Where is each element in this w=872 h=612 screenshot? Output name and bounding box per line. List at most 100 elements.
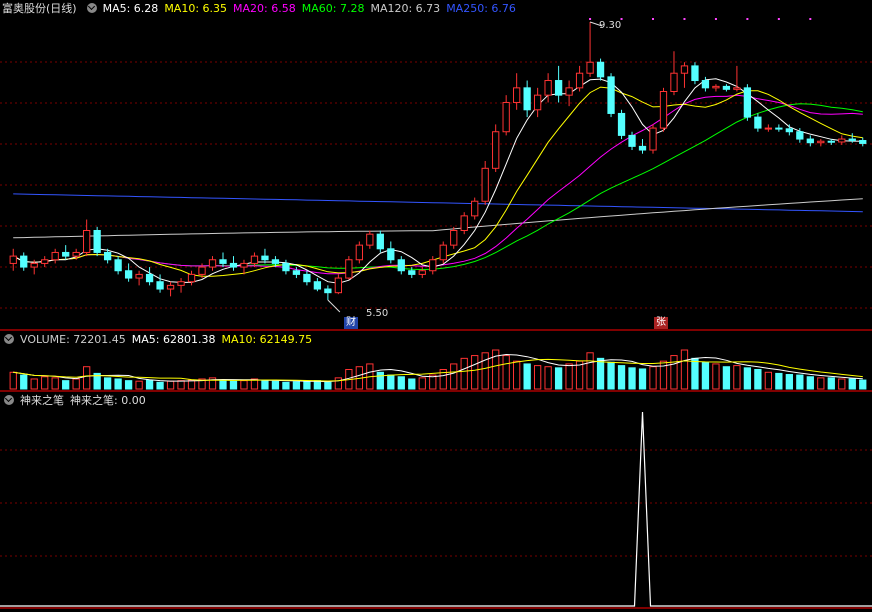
volume-bar <box>596 357 605 390</box>
candle-down <box>617 112 626 136</box>
low-price-label: 5.50 <box>366 308 389 319</box>
ma250-line <box>13 193 863 213</box>
signal-dot <box>652 18 654 20</box>
candle-up <box>177 281 185 286</box>
candle-down <box>93 230 101 253</box>
candle-down <box>387 248 395 261</box>
volume-bar <box>838 378 846 390</box>
volume-bar <box>680 349 689 390</box>
volume-bar <box>124 380 133 390</box>
volume-bar <box>649 366 657 390</box>
volume-bar <box>450 363 458 390</box>
volume-bar <box>334 377 343 390</box>
candle-down <box>796 131 804 140</box>
volume-bar <box>135 380 143 390</box>
candle-down <box>313 281 322 290</box>
volume-bar <box>387 374 395 390</box>
candle-down <box>596 61 605 78</box>
volume-bar <box>460 357 468 390</box>
volume-bar <box>617 365 626 390</box>
volume-bar <box>775 372 783 390</box>
candle-down <box>754 116 762 129</box>
candle-down <box>124 270 133 279</box>
volume-bar <box>9 371 17 390</box>
rise-event-tag[interactable]: 张 <box>654 317 668 329</box>
candle-up <box>838 138 846 143</box>
candle-up <box>764 127 773 130</box>
volume-bar <box>670 355 678 390</box>
candle-up <box>460 215 468 232</box>
candle-down <box>282 262 290 272</box>
signal-dot <box>746 18 749 20</box>
volume-bar <box>271 380 280 390</box>
candle-up <box>51 251 59 261</box>
low-marker <box>327 299 341 313</box>
candle-down <box>743 87 752 118</box>
volume-bar <box>827 377 835 390</box>
candle-up <box>135 273 143 279</box>
candle-up <box>345 259 353 279</box>
volume-bar <box>261 379 269 390</box>
volume-bar <box>691 357 699 390</box>
volume-bar <box>701 361 710 390</box>
candle-down <box>303 273 311 283</box>
volume-bar <box>114 378 122 390</box>
volume-bar <box>785 374 793 390</box>
candle-up <box>670 72 678 92</box>
candle-down <box>292 270 301 275</box>
candle-down <box>103 251 112 261</box>
volume-bar <box>743 367 752 390</box>
volume-bar <box>607 361 615 390</box>
volume-bar <box>240 380 248 390</box>
candle-up <box>30 262 38 268</box>
volume-bar <box>628 367 636 390</box>
ma120-line <box>13 198 863 239</box>
volume-bar <box>20 374 28 390</box>
ma5-line <box>12 78 863 284</box>
candle-up <box>533 94 542 111</box>
volume-bar <box>219 379 227 390</box>
volume-bar <box>30 378 38 390</box>
volume-bar <box>324 381 332 390</box>
candle-down <box>785 128 793 133</box>
candle-down <box>156 281 164 290</box>
candle-down <box>691 65 699 82</box>
candle-down <box>827 140 835 143</box>
finance-event-tag[interactable]: 财 <box>344 317 358 329</box>
candle-down <box>722 85 731 90</box>
candle-up <box>166 284 175 290</box>
volume-bar <box>817 377 825 390</box>
candle-up <box>41 259 49 264</box>
candle-up <box>659 91 668 129</box>
candle-up <box>250 255 259 264</box>
volume-bar <box>554 367 563 390</box>
volume-bar <box>145 379 154 390</box>
volume-bar <box>282 381 290 390</box>
candle-down <box>145 273 154 283</box>
candle-up <box>334 277 343 294</box>
volume-bar <box>533 365 542 390</box>
volume-bar <box>565 363 573 390</box>
candle-up <box>502 101 510 133</box>
candle-up <box>649 127 657 151</box>
candle-up <box>83 230 91 253</box>
chart-canvas[interactable] <box>0 0 872 612</box>
volume-bar <box>166 380 175 390</box>
volume-bar <box>376 371 384 390</box>
volume-bar <box>72 378 80 390</box>
candle-down <box>628 134 636 147</box>
candle-down <box>523 87 531 111</box>
volume-bar <box>62 380 70 390</box>
candle-up <box>9 255 17 264</box>
volume-bar <box>513 360 521 390</box>
volume-bar <box>712 363 720 390</box>
candle-up <box>72 251 80 257</box>
volume-bar <box>764 371 773 390</box>
candle-up <box>198 266 206 275</box>
signal-dot <box>714 18 717 20</box>
candle-up <box>187 273 196 283</box>
volume-bar <box>523 363 531 390</box>
candle-up <box>513 87 521 103</box>
volume-bar <box>303 380 311 390</box>
candle-up <box>366 233 374 246</box>
